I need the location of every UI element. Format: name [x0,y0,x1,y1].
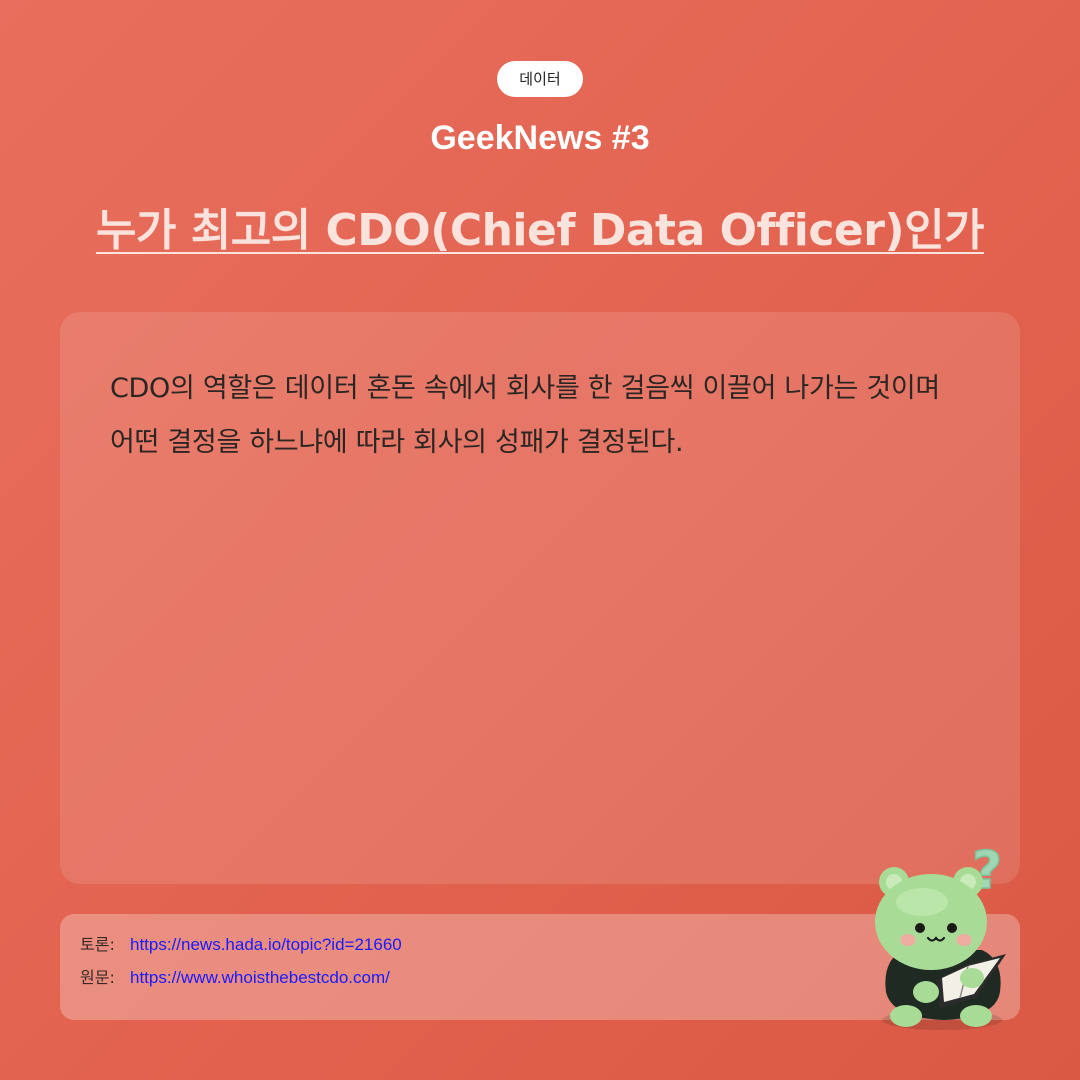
discussion-link[interactable]: https://news.hada.io/topic?id=21660 [130,935,402,954]
discussion-link-row: 토론: https://news.hada.io/topic?id=21660 [80,935,402,955]
category-badge: 데이터 [497,61,583,97]
original-link-row: 원문: https://www.whoisthebestcdo.com/ [80,968,390,988]
original-label: 원문: [80,968,115,987]
bear-reading-book-icon: ? [875,842,1006,1030]
discussion-label: 토론: [80,935,115,954]
original-link[interactable]: https://www.whoisthebestcdo.com/ [130,968,390,987]
brand-title: GeekNews #3 [430,119,650,157]
article-headline[interactable]: 누가 최고의 CDO(Chief Data Officer)인가 [60,199,1020,263]
summary-text: CDO의 역할은 데이터 혼돈 속에서 회사를 한 걸음씩 이끌어 나가는 것이… [110,373,940,458]
